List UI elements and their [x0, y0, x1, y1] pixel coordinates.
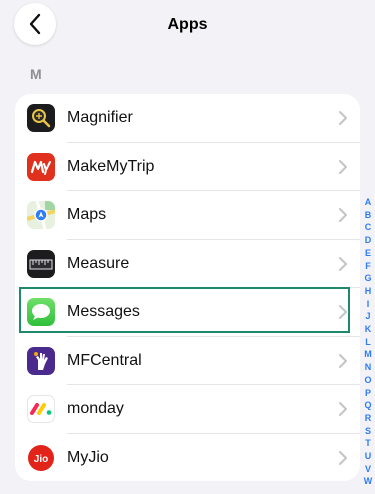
- chevron-right-icon: [339, 402, 347, 416]
- measure-icon: [27, 249, 55, 278]
- list-item-measure[interactable]: Measure: [15, 240, 360, 288]
- messages-icon: [27, 298, 55, 326]
- index-letter-p[interactable]: P: [365, 387, 371, 400]
- app-label: MyJio: [67, 448, 109, 466]
- index-letter-a[interactable]: A: [365, 196, 372, 209]
- app-list: Magnifier MakeMyTrip Maps Measure Messag…: [15, 94, 360, 481]
- app-label: MFCentral: [67, 351, 142, 369]
- chevron-right-icon: [339, 256, 347, 271]
- chevron-right-icon: [339, 111, 347, 125]
- app-label: Magnifier: [67, 109, 133, 126]
- chevron-right-icon: [339, 305, 347, 319]
- list-item-mfcentral[interactable]: MFCentral: [15, 337, 360, 385]
- index-letter-j[interactable]: J: [365, 310, 370, 323]
- section-header: M: [30, 66, 42, 82]
- index-letter-m[interactable]: M: [364, 348, 372, 361]
- index-letter-e[interactable]: E: [365, 247, 371, 260]
- index-letter-f[interactable]: F: [365, 260, 371, 273]
- myjio-icon: Jio: [27, 443, 55, 472]
- index-letter-s[interactable]: S: [365, 425, 371, 438]
- page-title: Apps: [167, 16, 208, 33]
- index-letter-c[interactable]: C: [365, 221, 372, 234]
- index-letter-v[interactable]: V: [365, 463, 371, 476]
- chevron-right-icon: [339, 208, 347, 222]
- chevron-right-icon: [339, 353, 347, 368]
- list-item-messages[interactable]: Messages: [15, 288, 360, 337]
- index-letter-n[interactable]: N: [365, 361, 372, 374]
- index-letter-u[interactable]: U: [365, 450, 372, 463]
- list-item-maps[interactable]: Maps: [15, 191, 360, 240]
- index-letter-t[interactable]: T: [365, 437, 371, 450]
- index-letter-l[interactable]: L: [365, 336, 371, 349]
- svg-text:Jio: Jio: [34, 454, 48, 465]
- app-label: Measure: [67, 254, 130, 272]
- index-letter-q[interactable]: Q: [364, 399, 371, 412]
- index-letter-w[interactable]: W: [364, 475, 373, 488]
- makemytrip-icon: [27, 152, 55, 181]
- index-letter-b[interactable]: B: [365, 209, 372, 222]
- list-item-makemytrip[interactable]: MakeMyTrip: [15, 143, 360, 191]
- index-letter-r[interactable]: R: [365, 412, 372, 425]
- chevron-right-icon: [339, 450, 347, 465]
- app-label: Messages: [67, 303, 140, 320]
- list-item-myjio[interactable]: Jio MyJio: [15, 434, 360, 482]
- list-item-magnifier[interactable]: Magnifier: [15, 94, 360, 143]
- index-letter-d[interactable]: D: [365, 234, 372, 247]
- maps-icon: [27, 201, 55, 229]
- magnifier-icon: [27, 104, 55, 132]
- app-label: monday: [67, 400, 124, 417]
- list-item-monday[interactable]: monday: [15, 385, 360, 434]
- chevron-right-icon: [339, 159, 347, 174]
- monday-icon: [27, 395, 55, 423]
- mfcentral-icon: [27, 346, 55, 375]
- index-letter-k[interactable]: K: [365, 323, 372, 336]
- index-letter-i[interactable]: I: [367, 298, 370, 311]
- app-label: Maps: [67, 206, 107, 223]
- index-letter-g[interactable]: G: [364, 272, 371, 285]
- alphabet-index[interactable]: ABCDEFGHIJKLMNOPQRSTUVW: [361, 196, 375, 488]
- app-label: MakeMyTrip: [67, 157, 155, 175]
- index-letter-o[interactable]: O: [364, 374, 371, 387]
- index-letter-h[interactable]: H: [365, 285, 372, 298]
